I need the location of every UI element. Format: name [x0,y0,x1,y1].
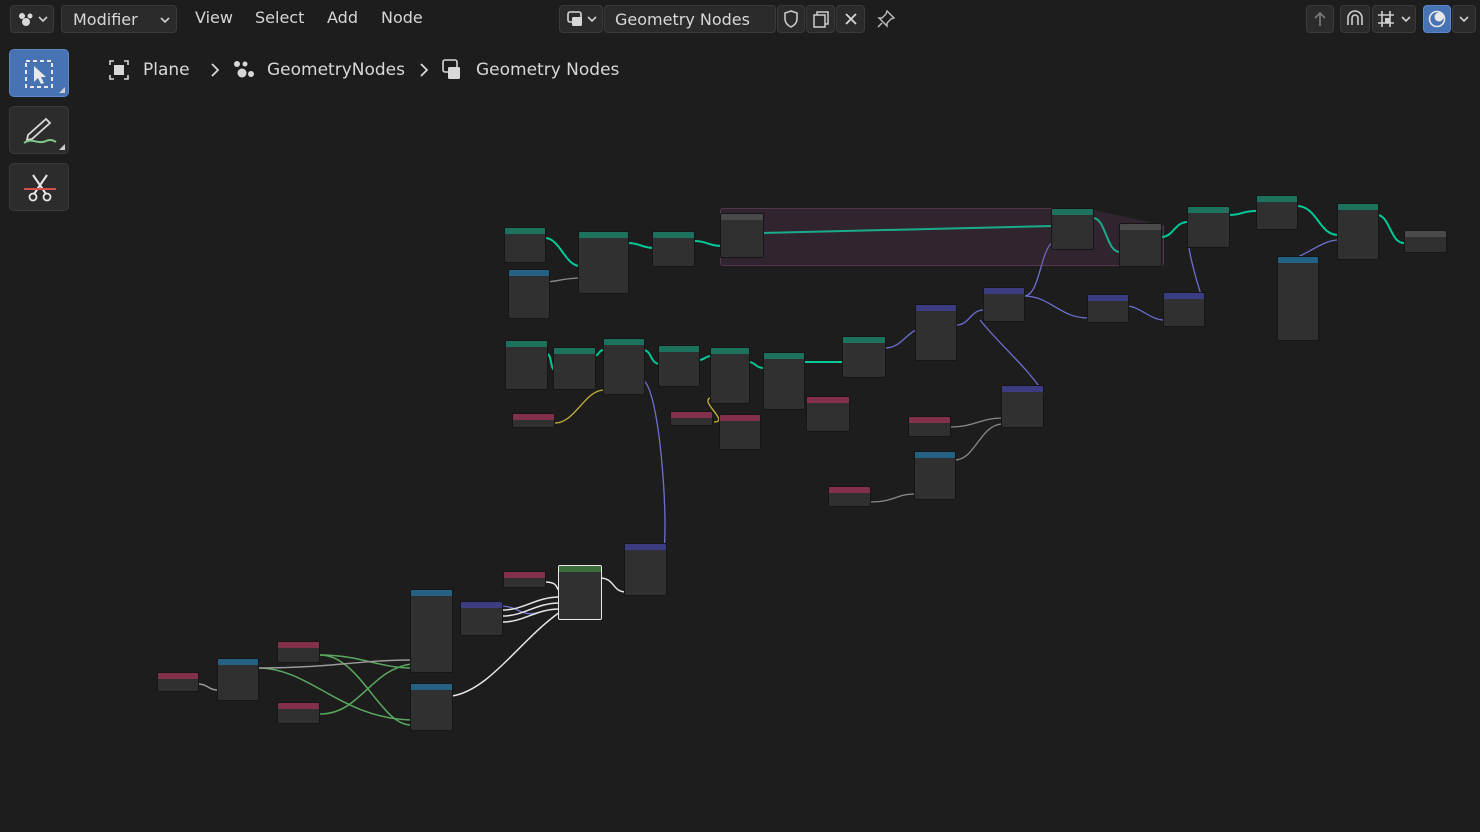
node-normal[interactable] [670,411,713,426]
node-position[interactable] [512,413,555,428]
simulation-zone[interactable] [720,208,1164,266]
node-scene-time[interactable] [157,672,199,692]
node-set-material[interactable] [1256,195,1298,230]
node-shader-bump[interactable] [558,565,602,620]
node-set-shade-smooth[interactable] [553,347,596,390]
node-random-value[interactable] [1277,256,1319,341]
node-mesh-circle[interactable] [504,227,546,263]
node-set-point-radius[interactable] [652,231,695,267]
node-random-value[interactable] [914,451,956,500]
node-value[interactable] [908,416,951,437]
node-named-attribute[interactable] [806,396,850,432]
node-integer[interactable] [277,641,320,663]
node-scene-time[interactable] [828,486,871,507]
node-named-attribute[interactable] [719,414,761,450]
node-snap[interactable] [217,658,259,701]
node-sample-nearest-surface[interactable] [842,336,886,378]
node-vector-length[interactable] [1087,294,1129,323]
node-vector-multiply[interactable] [915,304,957,361]
node-vector-scale[interactable] [1163,292,1205,327]
node-set-position[interactable] [1051,208,1094,250]
node-integer[interactable] [277,702,320,724]
node-simulation-output[interactable] [1119,223,1162,267]
node-grid[interactable] [505,340,548,390]
node-store-named-attribute[interactable] [603,338,645,395]
node-store-named-attribute[interactable] [1337,203,1379,260]
node-group-output[interactable] [1404,230,1447,253]
node-store-named-attribute[interactable] [710,347,750,404]
node-set-position[interactable] [763,352,805,410]
node-vector-scale[interactable] [624,543,667,596]
node-set-position[interactable] [658,345,700,387]
node-random-value[interactable] [410,683,453,731]
node-random-value[interactable] [508,269,550,319]
node-random-value[interactable] [410,589,453,673]
node-distribute-points[interactable] [578,231,629,294]
node-vector-multiply[interactable] [1001,385,1044,428]
node-simulation-input[interactable] [720,213,764,258]
node-set-position[interactable] [1187,206,1230,248]
node-position[interactable] [503,571,546,588]
node-vector-scale[interactable] [983,287,1025,322]
node-separate-xyz[interactable] [460,601,503,636]
